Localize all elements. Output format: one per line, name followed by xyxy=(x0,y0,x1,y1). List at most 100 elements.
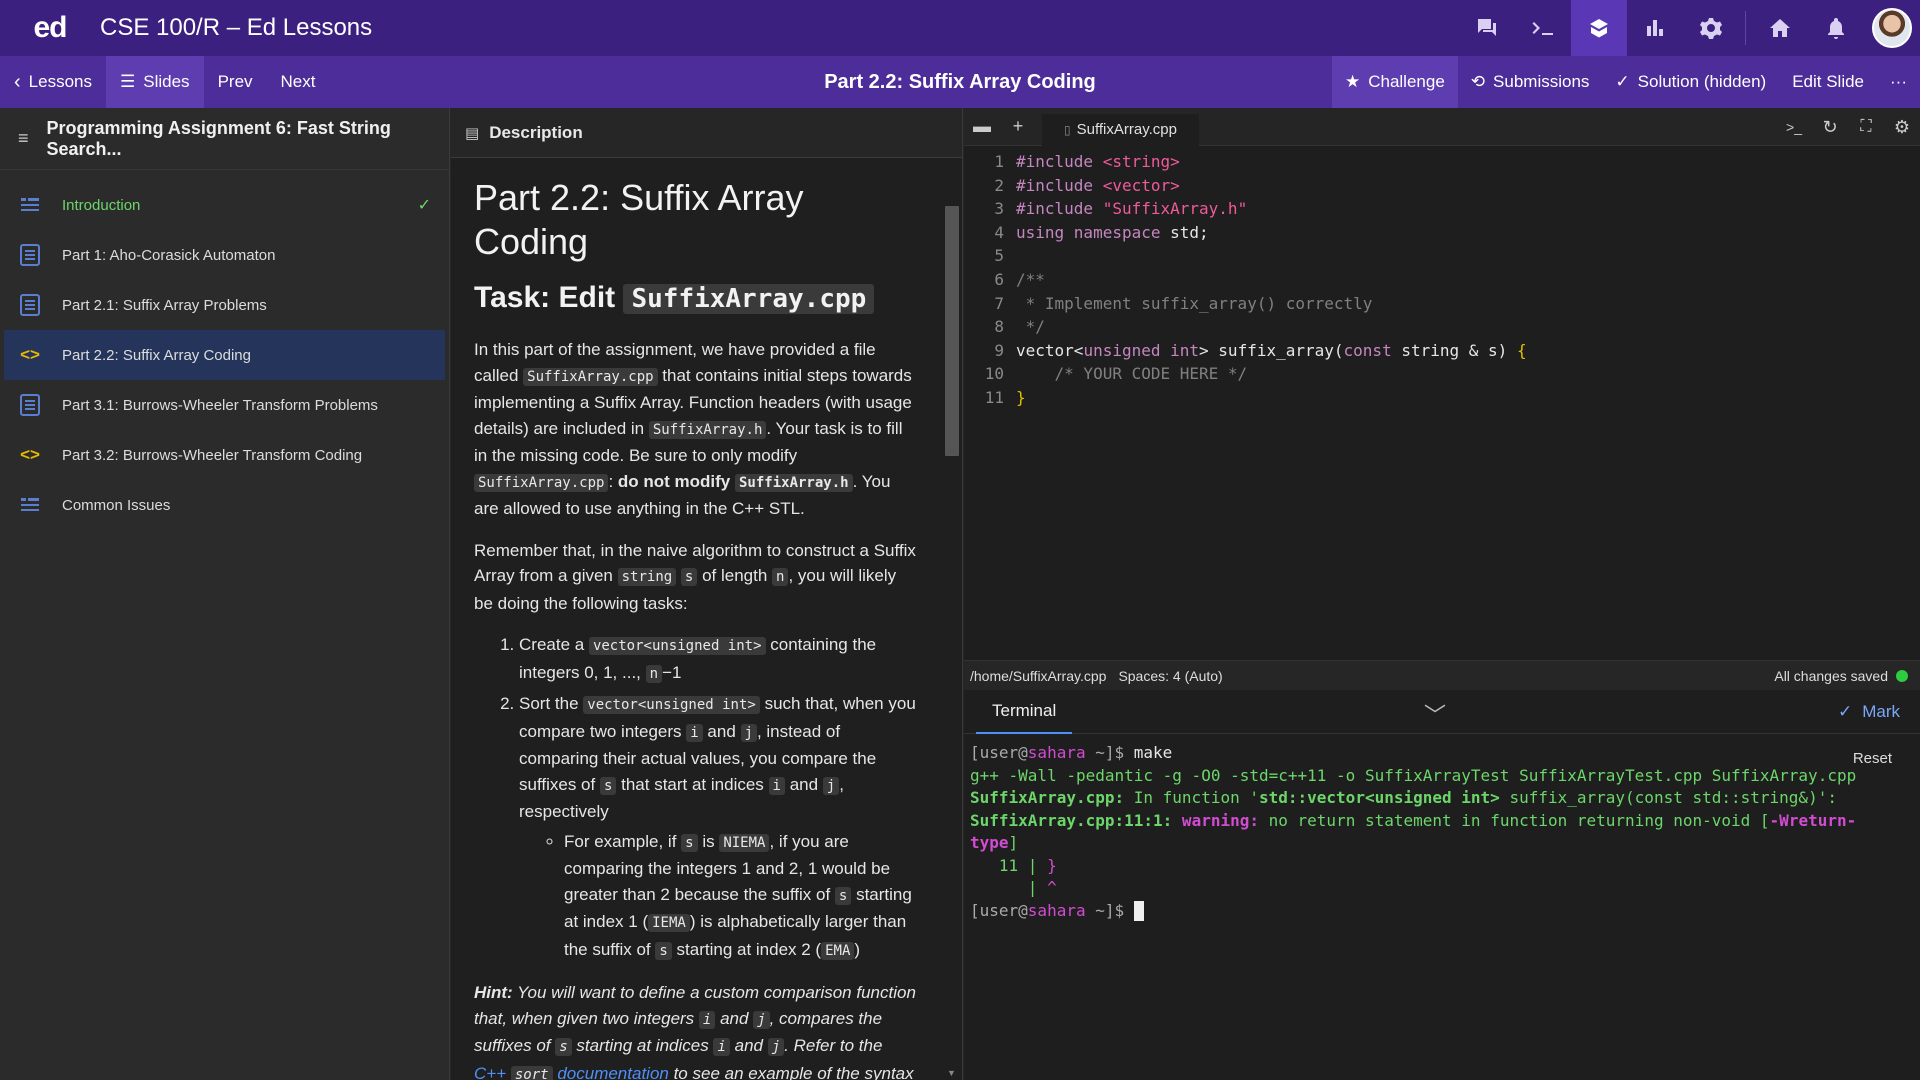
documentation-link[interactable]: documentation xyxy=(557,1064,669,1080)
ed-logo[interactable]: ed xyxy=(0,11,100,45)
slides-toggle-button[interactable]: ☰ Slides xyxy=(106,56,204,108)
save-status-text: All changes saved xyxy=(1774,667,1888,684)
chat-icon[interactable] xyxy=(1459,0,1515,56)
line-number: 1 xyxy=(994,152,1004,171)
code-editor: ▬ + ▯ SuffixArray.cpp >_ ↻ ⛶ ⚙ 1 #include… xyxy=(964,108,1920,660)
sidebar-item-label: Common Issues xyxy=(62,496,171,514)
code-token: #include xyxy=(1016,175,1103,195)
line-number: 3 xyxy=(994,199,1004,219)
sidebar-item-part2-1[interactable]: Part 2.1: Suffix Array Problems xyxy=(4,280,445,330)
code-area[interactable]: 1 #include <string> 2 #include <vector> 3 #… xyxy=(964,146,1920,410)
scrollbar-thumb[interactable] xyxy=(945,206,959,456)
sidebar-item-introduction[interactable]: Introduction ✓ xyxy=(4,180,445,230)
inline-code: s xyxy=(599,776,617,795)
sidebar-item-part3-2[interactable]: <> Part 3.2: Burrows-Wheeler Transform C… xyxy=(4,430,445,480)
description-panel: ▤ Description Part 2.2: Suffix Array Cod… xyxy=(451,108,963,1080)
terminal-line: [user@sahara ~]$ xyxy=(970,900,1914,923)
code-token: > suffix_array( xyxy=(1199,340,1344,360)
file-tab[interactable]: ▯ SuffixArray.cpp xyxy=(1042,113,1199,146)
lessons-label: Lessons xyxy=(28,72,92,91)
description-label: Description xyxy=(489,122,583,142)
home-icon[interactable] xyxy=(1752,0,1808,56)
slides-label: Slides xyxy=(143,72,190,91)
text: . Refer to the xyxy=(784,1036,883,1055)
settings-icon[interactable] xyxy=(1683,0,1739,56)
description-scrollbar[interactable]: ▼ xyxy=(944,158,960,1080)
hint-paragraph: Hint: You will want to define a custom c… xyxy=(474,980,919,1080)
text: and xyxy=(702,721,741,741)
hamburger-icon[interactable]: ≡ xyxy=(18,128,29,149)
sidebar-item-common-issues[interactable]: Common Issues xyxy=(4,480,445,530)
chevron-down-icon[interactable]: ﹀ xyxy=(1424,698,1446,730)
mark-label: Mark xyxy=(1862,701,1900,721)
sidebar-item-part2-2[interactable]: <> Part 2.2: Suffix Array Coding xyxy=(4,330,445,380)
menu-icon: ☰ xyxy=(120,72,136,91)
challenge-button[interactable]: ★ Challenge xyxy=(1331,56,1458,108)
solution-button[interactable]: ✓ Solution (hidden) xyxy=(1602,56,1779,108)
next-button[interactable]: Next xyxy=(267,56,330,108)
avatar[interactable] xyxy=(1864,0,1920,56)
code-token: string & s) xyxy=(1391,340,1517,360)
lessons-back-button[interactable]: ‹ Lessons xyxy=(0,56,106,108)
slide-heading: Part 2.2: Suffix Array Coding xyxy=(474,177,804,262)
code-line: 7 * Implement suffix_array() correctly xyxy=(964,292,1920,316)
code-token: <vector> xyxy=(1102,175,1180,195)
code-line: 8 */ xyxy=(964,315,1920,339)
terminal-output[interactable]: Reset [user@sahara ~]$ make g++ -Wall -p… xyxy=(964,734,1920,930)
course-title: CSE 100/R – Ed Lessons xyxy=(100,14,373,41)
indent-setting[interactable]: Spaces: 4 (Auto) xyxy=(1118,668,1222,684)
quiz-icon xyxy=(18,243,42,267)
sidebar-item-part1[interactable]: Part 1: Aho-Corasick Automaton xyxy=(4,230,445,280)
inline-code: i xyxy=(698,1010,716,1029)
inline-code: SuffixArray.h xyxy=(735,473,853,492)
files-icon[interactable]: ▬ xyxy=(964,108,1000,146)
prev-button[interactable]: Prev xyxy=(204,56,267,108)
code-token: "SuffixArray.h" xyxy=(1102,199,1248,219)
code-line: 1 #include <string> xyxy=(964,150,1920,174)
sidebar-item-part3-1[interactable]: Part 3.1: Burrows-Wheeler Transform Prob… xyxy=(4,380,445,430)
list-item: For example, if s is NIEMA, if you are c… xyxy=(564,829,919,965)
more-options-icon[interactable]: ··· xyxy=(1877,56,1920,108)
line-number: 4 xyxy=(994,222,1004,242)
terminal-line: g++ -Wall -pedantic -g -O0 -std=c++11 -o… xyxy=(970,765,1857,785)
lessons-icon[interactable] xyxy=(1571,0,1627,56)
text: starting at index 2 ( xyxy=(671,939,822,959)
code-token: /** xyxy=(1016,269,1045,289)
sidebar-item-label: Part 3.1: Burrows-Wheeler Transform Prob… xyxy=(62,396,378,414)
challenge-label: Challenge xyxy=(1368,72,1445,91)
inline-code: NIEMA xyxy=(719,833,770,852)
code-line: 5 xyxy=(964,244,1920,268)
editor-statusbar: /home/SuffixArray.cpp Spaces: 4 (Auto) A… xyxy=(964,660,1920,690)
reset-button[interactable]: Reset xyxy=(1853,748,1892,771)
scroll-down-icon[interactable]: ▼ xyxy=(947,1068,956,1078)
terminal-icon[interactable] xyxy=(1515,0,1571,56)
text: 11 | xyxy=(970,855,1048,875)
run-terminal-icon[interactable]: >_ xyxy=(1776,108,1812,146)
slides-sidebar: ≡ Programming Assignment 6: Fast String … xyxy=(0,108,450,1080)
edit-slide-button[interactable]: Edit Slide xyxy=(1779,56,1877,108)
reset-icon[interactable]: ↻ xyxy=(1812,108,1848,146)
add-file-icon[interactable]: + xyxy=(1000,108,1036,146)
analytics-icon[interactable] xyxy=(1627,0,1683,56)
mark-button[interactable]: ✓ Mark xyxy=(1838,702,1900,722)
prompt-host: sahara xyxy=(1027,900,1086,920)
text: In function ' xyxy=(1124,788,1259,807)
hint-label: Hint: xyxy=(474,983,513,1002)
submissions-button[interactable]: ⟲ Submissions xyxy=(1458,56,1603,108)
bell-icon[interactable] xyxy=(1808,0,1864,56)
text: type xyxy=(970,833,1009,852)
inline-code: s xyxy=(655,941,672,960)
terminal-panel: Terminal ﹀ ✓ Mark Reset [user@sahara ~]$… xyxy=(964,690,1920,1080)
text: std::vector<unsigned int> xyxy=(1258,788,1500,807)
line-number: 8 xyxy=(994,317,1004,337)
text: and xyxy=(715,1008,754,1028)
editor-settings-icon[interactable]: ⚙ xyxy=(1884,108,1920,146)
star-icon: ★ xyxy=(1344,72,1361,91)
code-line: 6 /** xyxy=(964,268,1920,292)
text: is xyxy=(697,831,720,851)
terminal-tab[interactable]: Terminal xyxy=(976,690,1073,734)
submissions-label: Submissions xyxy=(1493,72,1590,91)
fullscreen-icon[interactable]: ⛶ xyxy=(1848,108,1884,146)
cpp-link[interactable]: C++ xyxy=(474,1064,506,1080)
file-tab-label: SuffixArray.cpp xyxy=(1076,121,1177,138)
